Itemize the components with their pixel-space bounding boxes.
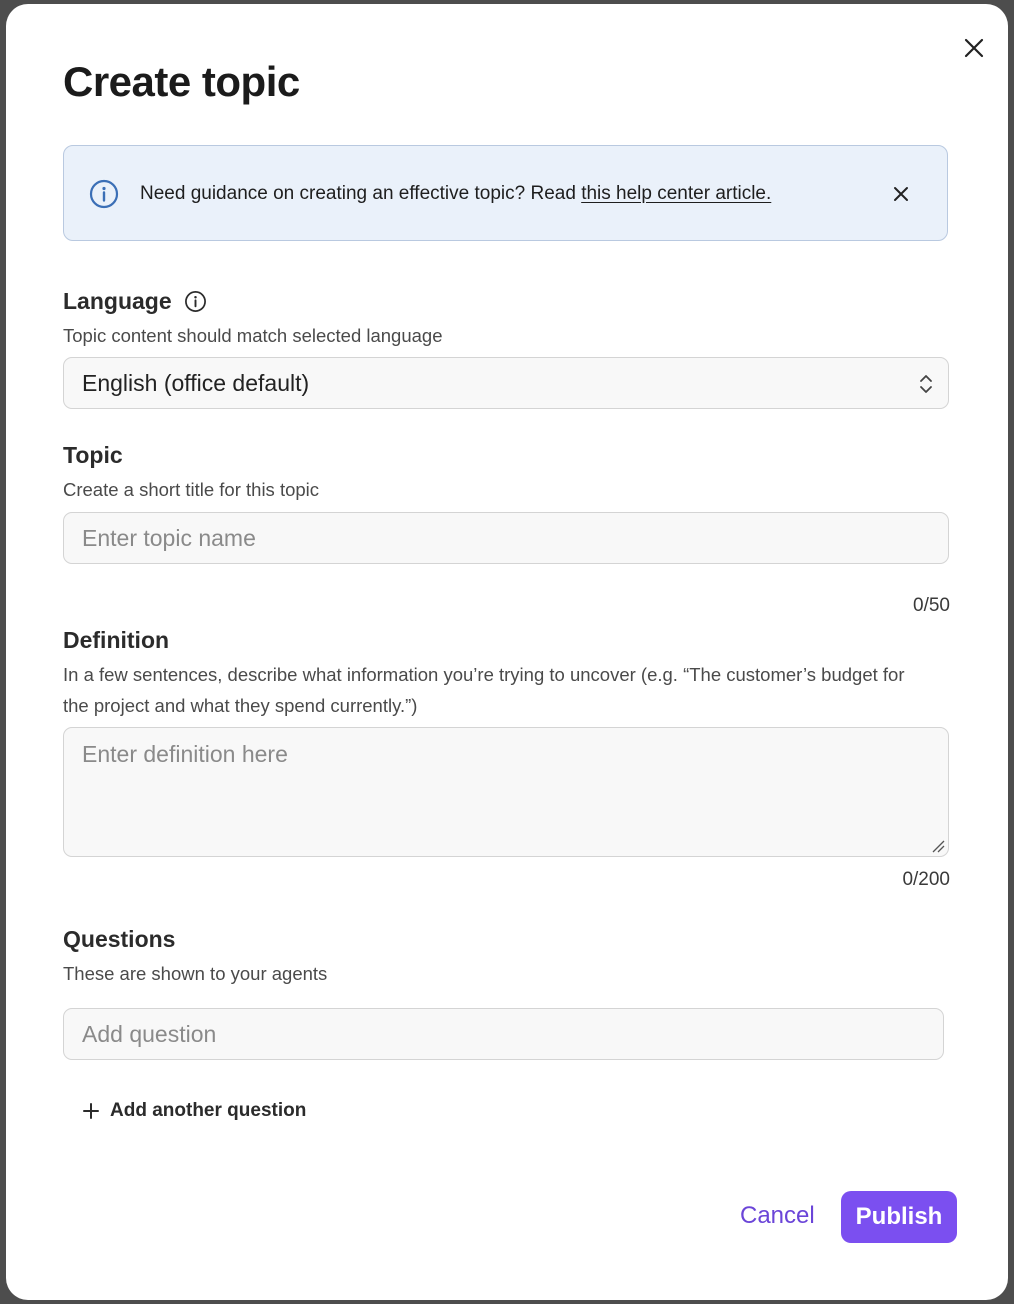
info-icon bbox=[89, 179, 119, 209]
topic-label: Topic bbox=[63, 442, 123, 468]
plus-icon bbox=[83, 1103, 99, 1119]
language-label-row: Language bbox=[63, 288, 207, 315]
language-select[interactable]: English (office default) bbox=[63, 357, 949, 409]
banner-close-button[interactable] bbox=[888, 181, 914, 207]
questions-label: Questions bbox=[63, 926, 176, 952]
info-icon[interactable] bbox=[184, 290, 207, 313]
banner-text: Need guidance on creating an effective t… bbox=[140, 183, 582, 204]
banner-message: Need guidance on creating an effective t… bbox=[140, 183, 771, 205]
close-icon bbox=[964, 38, 984, 58]
up-down-chevron-icon bbox=[920, 375, 932, 393]
topic-char-counter: 0/50 bbox=[913, 595, 950, 616]
help-center-link[interactable]: this help center article. bbox=[581, 183, 771, 204]
questions-hint: These are shown to your agents bbox=[63, 963, 328, 984]
create-topic-dialog: Create topic Need guidance on creating a… bbox=[6, 4, 1008, 1300]
language-selected-value: English (office default) bbox=[82, 370, 310, 396]
topic-name-input[interactable] bbox=[63, 512, 949, 564]
language-hint: Topic content should match selected lang… bbox=[63, 325, 443, 346]
definition-textarea[interactable] bbox=[63, 727, 949, 857]
guidance-banner: Need guidance on creating an effective t… bbox=[63, 145, 948, 241]
publish-button[interactable]: Publish bbox=[841, 1191, 957, 1243]
language-label: Language bbox=[63, 288, 172, 314]
definition-char-counter: 0/200 bbox=[902, 869, 950, 890]
add-another-question-label: Add another question bbox=[110, 1100, 307, 1121]
dialog-title: Create topic bbox=[63, 58, 300, 105]
dialog-close-button[interactable] bbox=[958, 32, 990, 64]
definition-label: Definition bbox=[63, 627, 170, 653]
question-input[interactable] bbox=[63, 1008, 944, 1060]
add-another-question-button[interactable]: Add another question bbox=[82, 1100, 306, 1122]
topic-hint: Create a short title for this topic bbox=[63, 479, 320, 500]
cancel-button[interactable]: Cancel bbox=[730, 1190, 825, 1242]
resize-handle-icon[interactable] bbox=[931, 839, 945, 853]
close-icon bbox=[894, 187, 908, 201]
definition-hint: In a few sentences, describe what inform… bbox=[63, 664, 905, 716]
